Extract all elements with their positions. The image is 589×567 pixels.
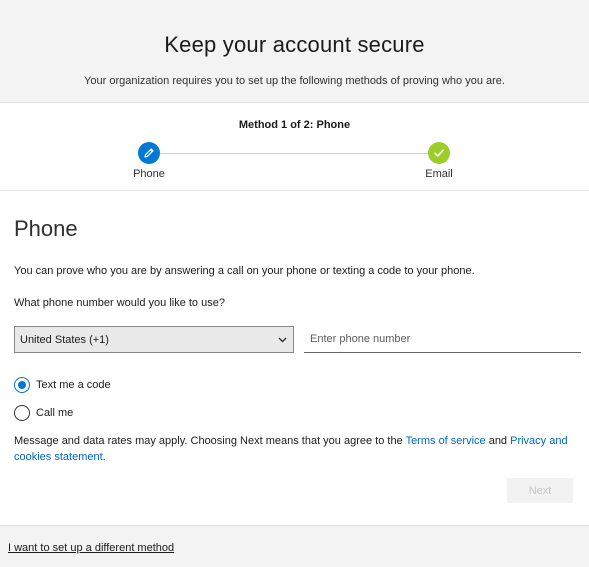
page-title: Keep your account secure bbox=[164, 32, 425, 57]
call-me-option[interactable]: Call me bbox=[14, 404, 73, 422]
header: Keep your account secure Your organizati… bbox=[0, 0, 589, 103]
method-progress: Method 1 of 2: Phone Phone Email bbox=[0, 104, 589, 191]
pencil-icon bbox=[144, 148, 154, 158]
page-subtitle: Your organization requires you to set up… bbox=[84, 75, 505, 87]
legal-notice: Message and data rates may apply. Choosi… bbox=[14, 433, 581, 465]
country-code-value: United States (+1) bbox=[20, 333, 109, 346]
text-me-option[interactable]: Text me a code bbox=[14, 376, 111, 394]
different-method-link[interactable]: I want to set up a different method bbox=[8, 542, 174, 554]
checkmark-icon bbox=[434, 149, 444, 157]
text-me-radio[interactable] bbox=[14, 377, 30, 393]
step-phone-indicator bbox=[138, 142, 160, 164]
footer: I want to set up a different method bbox=[0, 525, 589, 567]
method-description: You can prove who you are by answering a… bbox=[14, 265, 475, 277]
step-email-indicator bbox=[428, 142, 450, 164]
step-phone-label: Phone bbox=[133, 168, 165, 180]
call-me-label: Call me bbox=[36, 407, 74, 419]
progress-track bbox=[160, 153, 428, 154]
phone-number-input[interactable] bbox=[304, 326, 581, 353]
text-me-label: Text me a code bbox=[36, 379, 111, 391]
legal-middle: and bbox=[485, 435, 511, 447]
step-email-label: Email bbox=[425, 168, 453, 180]
phone-question: What phone number would you like to use? bbox=[14, 297, 225, 309]
method-label: Method 1 of 2: Phone bbox=[238, 119, 351, 131]
legal-prefix: Message and data rates may apply. Choosi… bbox=[14, 435, 406, 447]
next-button[interactable]: Next bbox=[507, 478, 573, 503]
terms-of-service-link[interactable]: Terms of service bbox=[406, 435, 486, 447]
legal-suffix: . bbox=[102, 451, 106, 463]
section-title: Phone bbox=[14, 216, 78, 241]
chevron-down-icon bbox=[278, 337, 287, 343]
call-me-radio[interactable] bbox=[14, 405, 30, 421]
country-code-select[interactable]: United States (+1) bbox=[14, 326, 294, 353]
